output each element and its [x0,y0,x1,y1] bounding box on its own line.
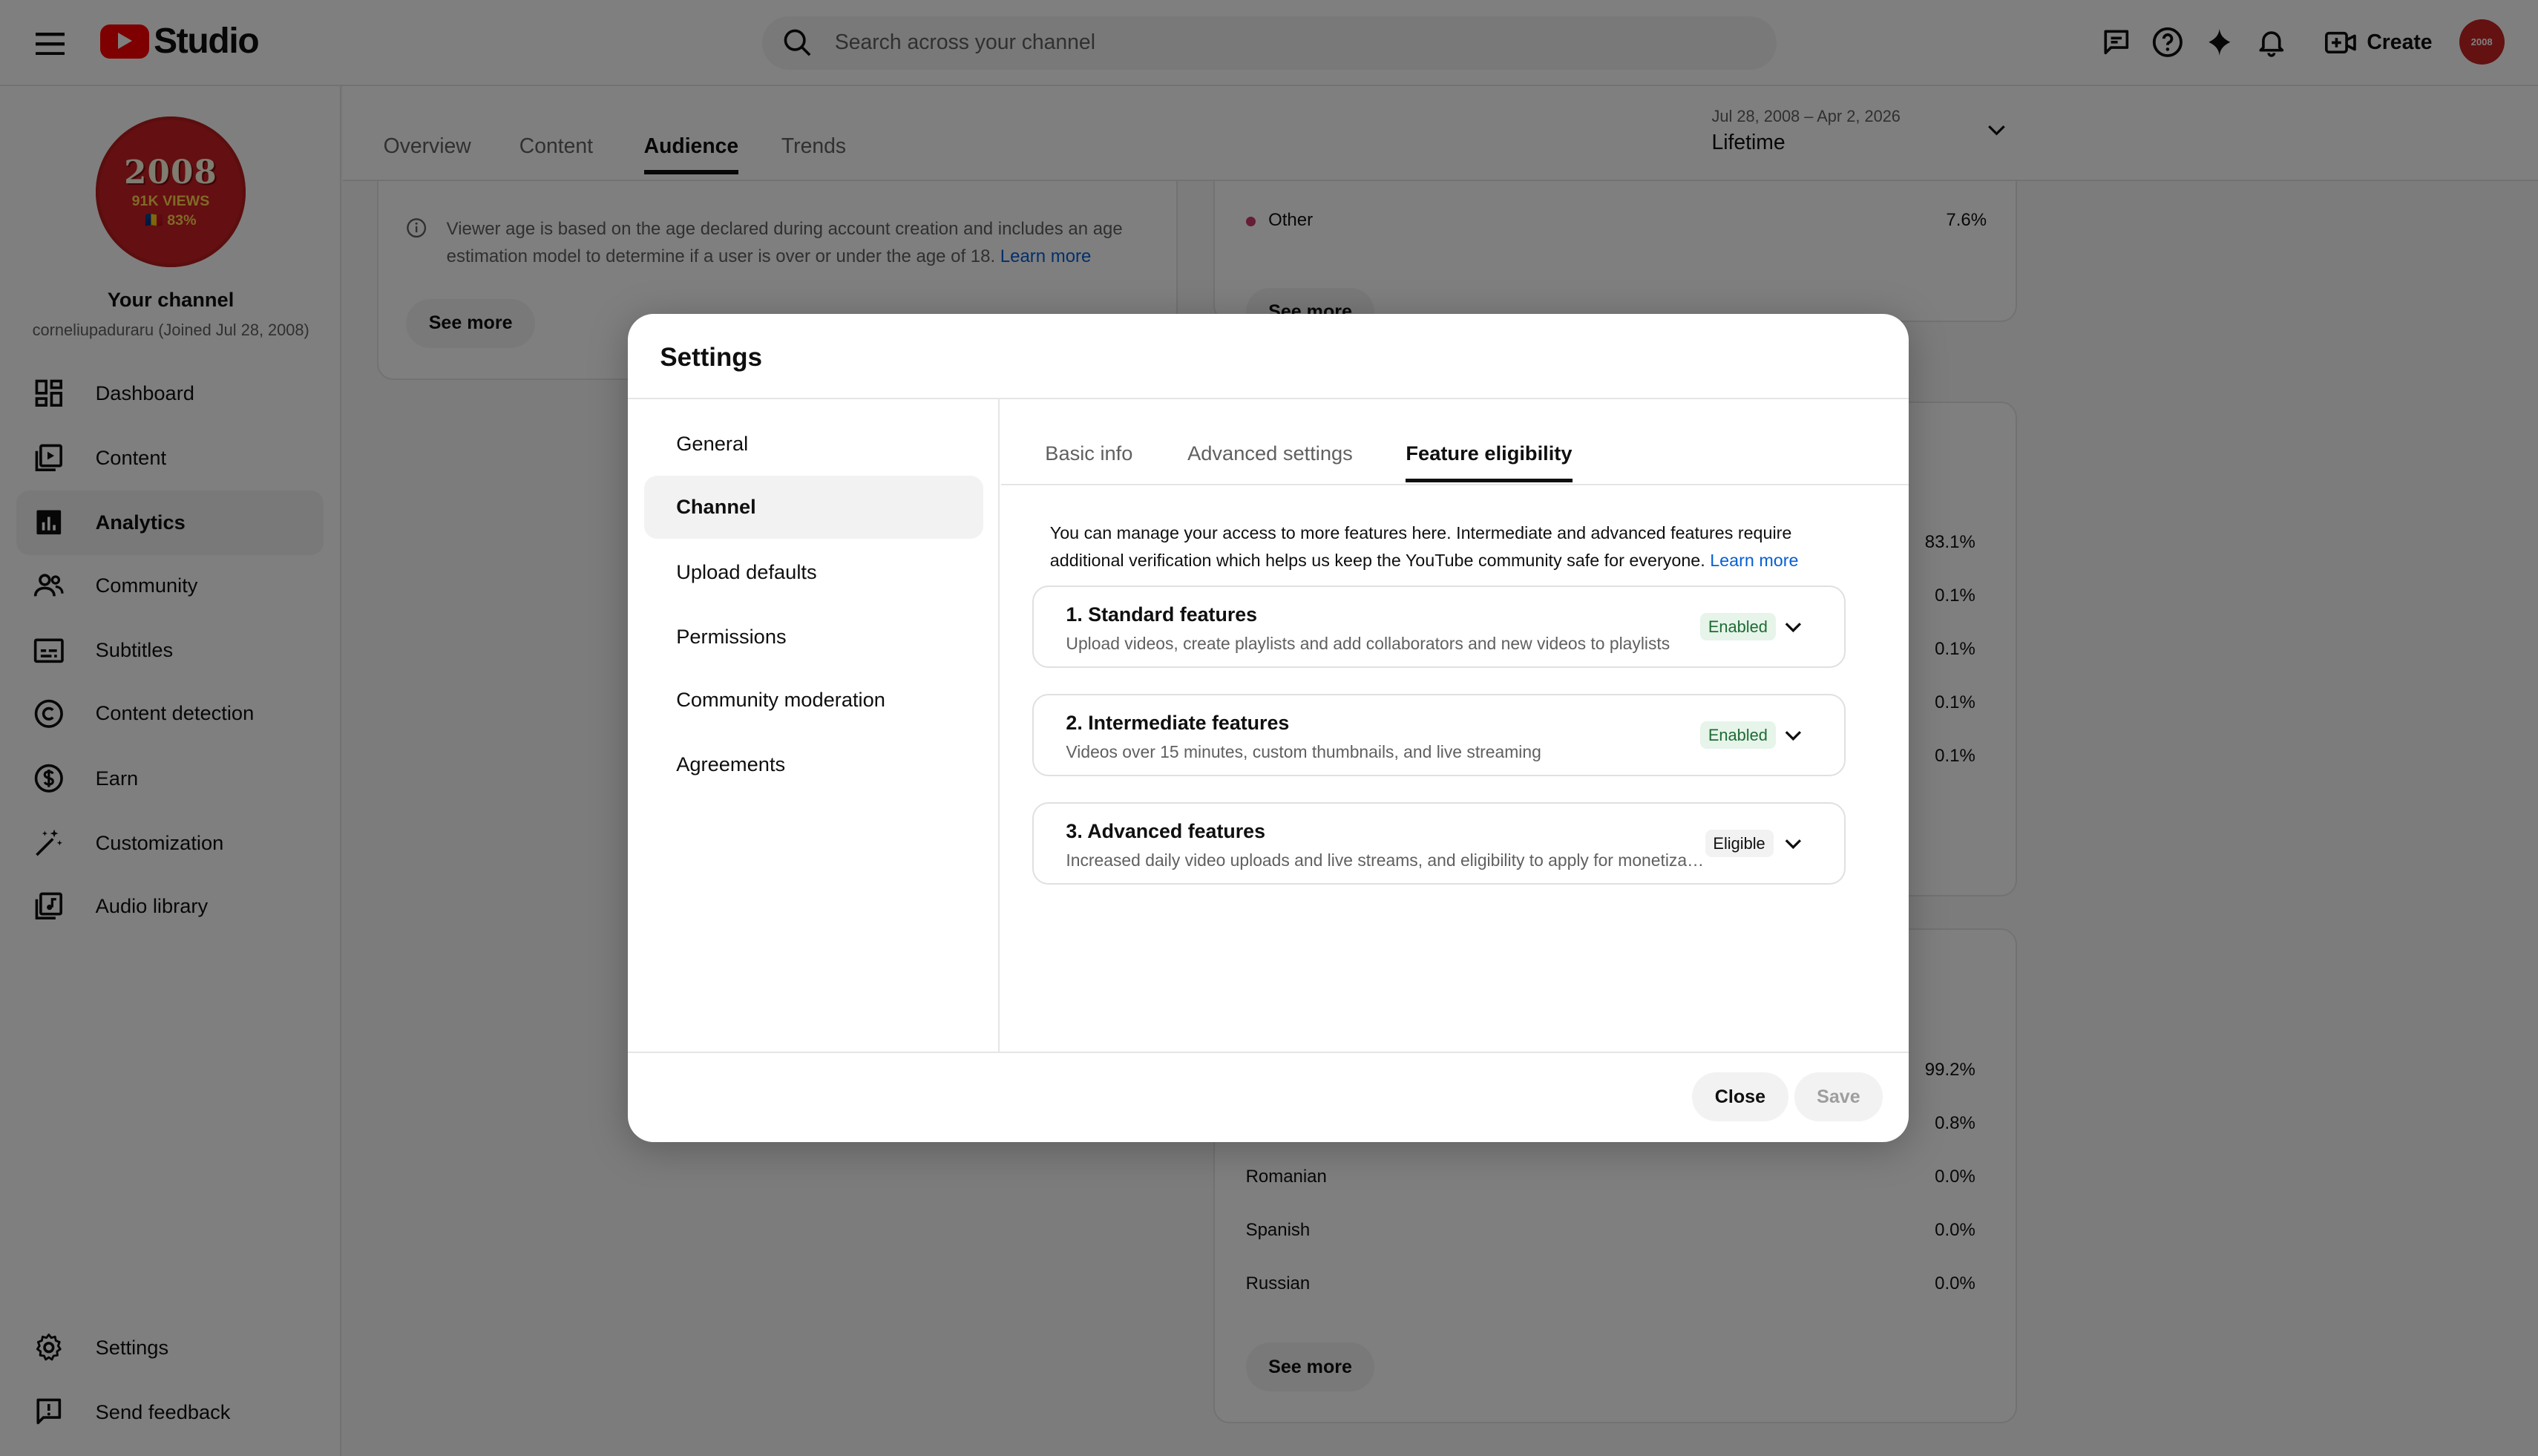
chevron-down-icon[interactable] [1781,723,1806,754]
feature-standard[interactable]: 1. Standard features Upload videos, crea… [1032,586,1846,669]
feature-intermediate[interactable]: 2. Intermediate features Videos over 15 … [1032,694,1846,777]
feature-description: You can manage your access to more featu… [1050,519,1826,574]
close-button[interactable]: Close [1692,1072,1788,1121]
channel-settings-tabs: Basic info Advanced settings Feature eli… [1001,399,1909,485]
settings-nav-channel[interactable]: Channel [643,475,984,539]
settings-nav-label: General [676,432,749,456]
settings-nav-label: Upload defaults [676,560,817,583]
settings-nav-upload-defaults[interactable]: Upload defaults [644,540,984,603]
settings-nav-agreements[interactable]: Agreements [644,733,984,796]
feature-title: 3. Advanced features [1066,820,1265,843]
tab-basic-info[interactable]: Basic info [1045,442,1132,465]
feature-subtitle: Upload videos, create playlists and add … [1066,634,1670,654]
settings-nav: General Channel Upload defaults Permissi… [628,399,1000,1052]
status-badge: Enabled [1699,721,1776,750]
dialog-title: Settings [660,343,762,373]
settings-nav-general[interactable]: General [644,413,984,476]
status-badge: Eligible [1705,830,1774,858]
status-badge: Enabled [1699,613,1776,641]
feature-subtitle: Videos over 15 minutes, custom thumbnail… [1066,742,1541,762]
app-root: Studio Create 2008 2008 91K VIEWS 🇷🇴 83% [0,0,2538,1456]
chevron-down-icon[interactable] [1781,831,1806,862]
settings-nav-label: Community moderation [676,687,885,711]
feature-title: 1. Standard features [1066,603,1258,626]
settings-nav-community-moderation[interactable]: Community moderation [644,668,984,731]
feature-title: 2. Intermediate features [1066,712,1290,734]
settings-nav-label: Permissions [676,624,787,648]
settings-nav-label: Channel [676,495,756,519]
chevron-down-icon[interactable] [1781,614,1806,646]
learn-more-link[interactable]: Learn more [1710,551,1798,570]
settings-nav-label: Agreements [676,752,786,776]
feature-description-body: You can manage your access to more featu… [1049,522,1792,570]
settings-dialog: Settings General Channel Upload defaults… [627,313,1909,1143]
save-button[interactable]: Save [1794,1072,1883,1121]
tab-feature-eligibility[interactable]: Feature eligibility [1406,442,1573,482]
tab-advanced-settings[interactable]: Advanced settings [1187,442,1353,465]
settings-nav-permissions[interactable]: Permissions [644,605,984,668]
feature-advanced[interactable]: 3. Advanced features Increased daily vid… [1032,802,1846,885]
feature-subtitle: Increased daily video uploads and live s… [1066,850,1705,870]
divider [627,1051,1909,1054]
